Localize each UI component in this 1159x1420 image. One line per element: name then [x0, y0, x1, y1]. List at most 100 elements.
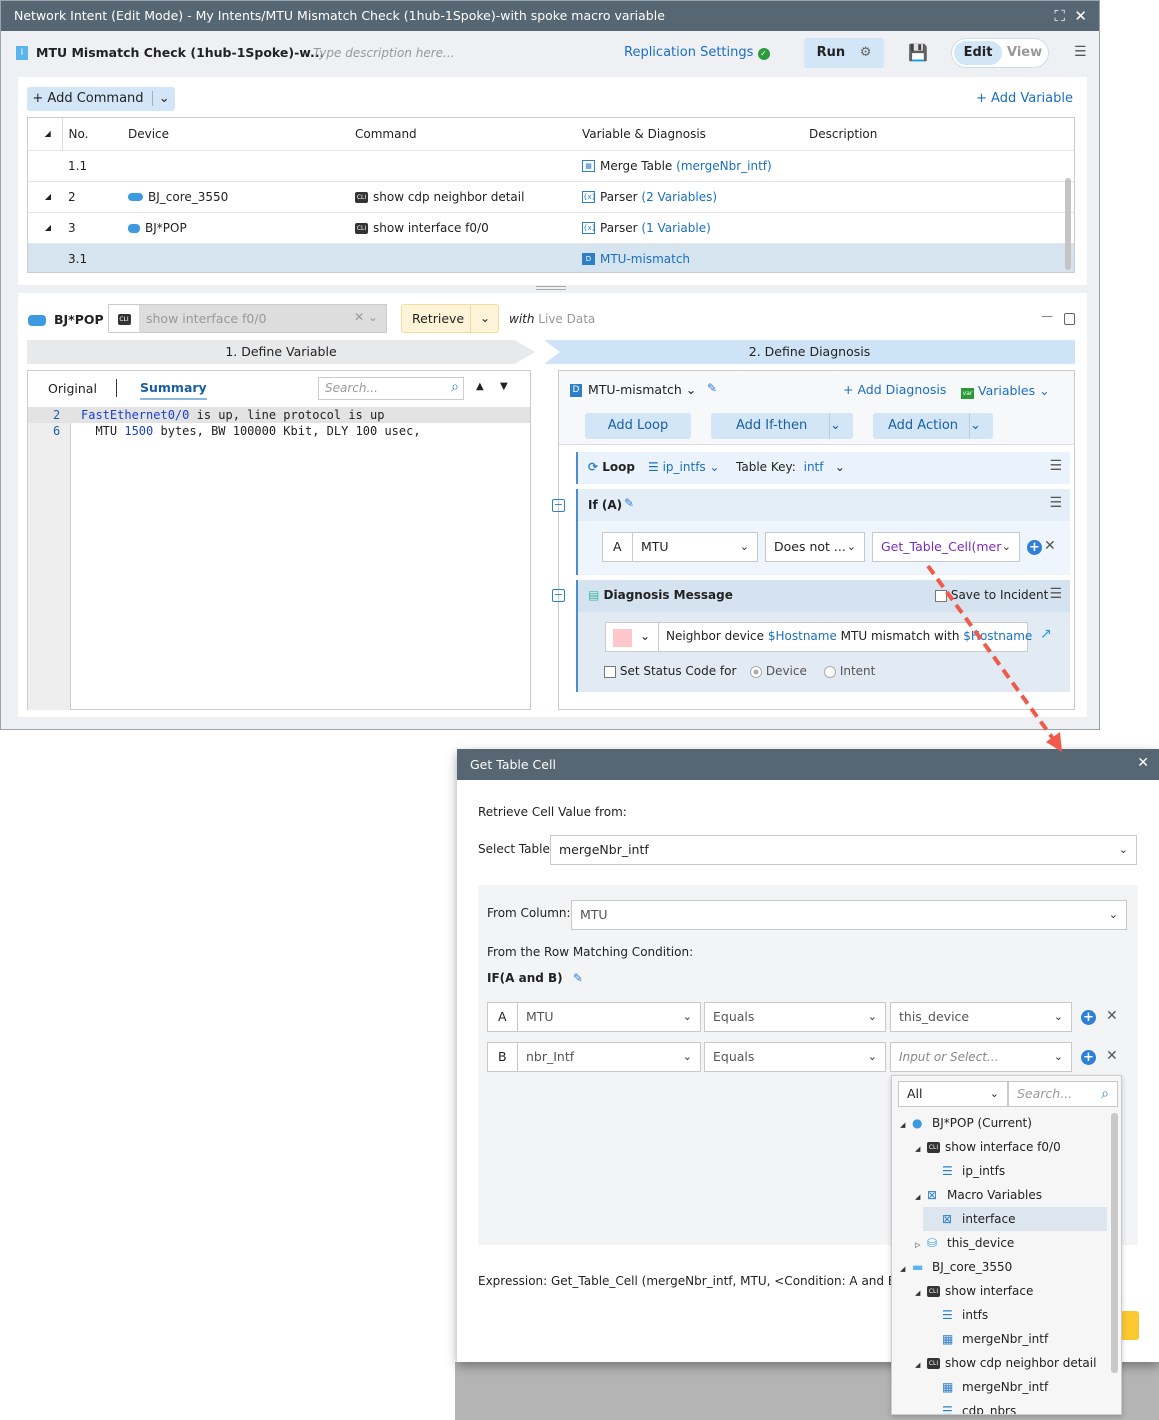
add-condition-icon[interactable]: + [1081, 1010, 1096, 1025]
add-command-button[interactable]: + Add Command ⌄ [27, 87, 175, 111]
add-variable-link[interactable]: + Add Variable [976, 91, 1073, 106]
tree-item[interactable]: ◢ ⊠ Macro Variables [892, 1183, 1107, 1207]
expand-toggle-icon[interactable]: ◢ [915, 1281, 927, 1305]
add-diagnosis-link[interactable]: + Add Diagnosis [843, 382, 946, 397]
select-table-dropdown[interactable]: mergeNbr_intf ⌄ [550, 835, 1137, 865]
remove-condition-icon[interactable]: ✕ [1044, 538, 1056, 554]
chevron-down-icon[interactable]: ⌄ [470, 305, 499, 332]
save-incident-checkbox[interactable]: Save to Incident [935, 588, 1048, 602]
settings-icon[interactable]: ⚙ [860, 45, 872, 60]
scrollbar[interactable] [1065, 178, 1071, 270]
close-icon[interactable]: ✕ [1074, 7, 1087, 25]
cond-op-select[interactable]: Equals ⌄ [704, 1042, 886, 1072]
menu-icon[interactable]: ☰ [1074, 44, 1087, 60]
remove-condition-icon[interactable]: ✕ [1106, 1008, 1118, 1024]
table-row[interactable]: 3.1 D MTU-mismatch [28, 243, 1074, 272]
radio[interactable] [824, 665, 836, 678]
remove-condition-icon[interactable]: ✕ [1106, 1048, 1118, 1064]
tab-summary[interactable]: Summary [140, 380, 207, 400]
clear-chevron-icon[interactable]: ✕ ⌄ [354, 310, 378, 324]
table-row[interactable]: 1.1 ▦ Merge Table (mergeNbr_intf) [28, 150, 1074, 182]
tree-item[interactable]: ☰ intfs [892, 1303, 1107, 1327]
mode-toggle[interactable]: Edit View [951, 38, 1049, 68]
tree-item[interactable]: ◢ CLI show cdp neighbor detail [892, 1351, 1107, 1375]
cond-left-select[interactable]: nbr_Intf ⌄ [517, 1042, 701, 1072]
live-data-label[interactable]: Live Data [538, 312, 595, 326]
checkbox[interactable] [935, 589, 947, 602]
next-icon[interactable]: ▼ [500, 381, 508, 392]
severity-color[interactable] [613, 629, 632, 647]
picker-search-input[interactable]: Search... ⌕ [1008, 1081, 1118, 1107]
expand-toggle-icon[interactable]: ◢ [915, 1137, 927, 1161]
from-column-dropdown[interactable]: MTU ⌄ [571, 900, 1127, 930]
close-icon[interactable]: ✕ [1137, 755, 1149, 771]
edit-icon[interactable]: ✎ [624, 496, 634, 510]
table-row[interactable]: ◢ 3 BJ*POP CLI show interface f0/0 {x} Parser … [28, 212, 1074, 244]
collapse-icon[interactable]: − [552, 499, 565, 512]
edit-icon[interactable]: ✎ [573, 971, 583, 985]
status-code-checkbox[interactable]: Set Status Code for [604, 664, 736, 678]
tree-item[interactable]: ▦ mergeNbr_intf [892, 1375, 1107, 1399]
drag-handle-icon[interactable]: ☰ [1049, 458, 1062, 474]
maximize-icon[interactable]: ⛶ [1054, 7, 1065, 25]
minimize-icon[interactable]: — [1041, 309, 1053, 323]
scrollbar[interactable] [1111, 1113, 1118, 1373]
loop-variable-select[interactable]: ☰ ip_intfs ⌄ [648, 460, 720, 474]
tree-item[interactable]: ◢ CLI show interface [892, 1279, 1107, 1303]
diagnosis-select[interactable]: MTU-mismatch ⌄ [588, 382, 696, 397]
expand-icon[interactable]: ◢ [28, 212, 62, 244]
tab-original[interactable]: Original [48, 381, 97, 396]
add-condition-icon[interactable]: + [1027, 540, 1042, 555]
run-button[interactable]: Run ⚙ [804, 38, 884, 68]
var-link[interactable]: (1 Variable) [641, 221, 710, 235]
message-input[interactable]: ⌄ Neighbor device $Hostname MTU mismatch… [605, 622, 1032, 652]
expand-toggle-icon[interactable]: ▷ [915, 1233, 927, 1257]
expand-icon[interactable]: ◢ [28, 181, 62, 213]
variables-menu[interactable]: var Variables ⌄ [961, 383, 1050, 399]
step-define-diagnosis[interactable]: 2. Define Diagnosis [544, 340, 1075, 364]
step-define-variable[interactable]: 1. Define Variable [27, 340, 535, 364]
drag-handle-icon[interactable]: ☰ [1049, 495, 1062, 511]
tree-item[interactable]: ☰ ip_intfs [892, 1159, 1107, 1183]
radio-intent[interactable]: Intent [824, 664, 875, 678]
tree-item[interactable]: ◢ ● BJ*POP (Current) [892, 1111, 1107, 1135]
save-icon[interactable]: 💾 [908, 43, 928, 62]
loop-block[interactable]: ⟳ Loop ☰ ip_intfs ⌄ Table Key: intf ⌄ ☰ [576, 452, 1070, 484]
condition-right-select[interactable]: Get_Table_Cell(merg ⌄ [872, 532, 1020, 562]
replication-settings-link[interactable]: Replication Settings ✓ [624, 45, 770, 60]
search-icon[interactable]: ⌕ [451, 379, 459, 395]
search-input[interactable]: Search... ⌕ [318, 377, 464, 400]
tree-item[interactable]: ◢ ▬ BJ_core_3550 [892, 1255, 1107, 1279]
radio-device[interactable]: Device [750, 664, 807, 678]
radio[interactable] [750, 665, 762, 678]
cond-right-select[interactable]: this_device ⌄ [890, 1002, 1072, 1032]
tree-item[interactable]: ◢ CLI show interface f0/0 [892, 1135, 1107, 1159]
var-link[interactable]: (2 Variables) [641, 190, 717, 204]
add-ifthen-button[interactable]: Add If-then ⌄ [711, 413, 853, 439]
var-link[interactable]: MTU-mismatch [600, 252, 690, 266]
picker-filter-select[interactable]: All ⌄ [898, 1081, 1008, 1107]
expand-toggle-icon[interactable]: ◢ [900, 1257, 912, 1281]
command-select[interactable]: CLI show interface f0/0 ✕ ⌄ [108, 304, 387, 333]
add-loop-button[interactable]: Add Loop [585, 413, 691, 439]
cond-op-select[interactable]: Equals ⌄ [704, 1002, 886, 1032]
tree-item[interactable]: ☰ cdp_nbrs [892, 1399, 1107, 1414]
maximize-icon[interactable] [1064, 313, 1075, 325]
cond-left-select[interactable]: MTU ⌄ [517, 1002, 701, 1032]
collapse-all-icon[interactable]: ◢ [28, 118, 63, 151]
chevron-down-icon[interactable]: ⌄ [640, 629, 650, 643]
drag-handle-icon[interactable]: ☰ [1049, 586, 1062, 602]
edit-mode-button[interactable]: Edit [954, 41, 1002, 65]
tree-item[interactable]: ▷ ⛁ this_device [892, 1231, 1107, 1255]
var-link[interactable]: (mergeNbr_intf) [676, 159, 772, 173]
tree-item[interactable]: ⊠ interface [923, 1207, 1107, 1231]
add-condition-icon[interactable]: + [1081, 1050, 1096, 1065]
table-row[interactable]: ◢ 2 BJ_core_3550 CLI show cdp neighbor detai… [28, 181, 1074, 213]
expand-toggle-icon[interactable]: ◢ [900, 1113, 912, 1137]
add-action-button[interactable]: Add Action ⌄ [873, 413, 993, 439]
edit-icon[interactable]: ✎ [707, 381, 717, 395]
expand-toggle-icon[interactable]: ◢ [915, 1353, 927, 1377]
splitter-handle[interactable] [536, 286, 566, 290]
condition-left-select[interactable]: MTU ⌄ [632, 532, 758, 562]
tree-item[interactable]: ▦ mergeNbr_intf [892, 1327, 1107, 1351]
